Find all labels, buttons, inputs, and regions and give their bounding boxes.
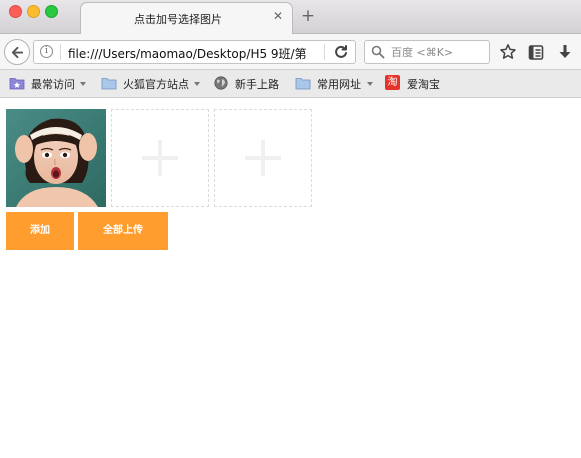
bookmark-label: 最常访问	[31, 78, 75, 91]
globe-icon	[214, 76, 228, 90]
smart-folder-icon	[9, 78, 25, 90]
page-content: 添加 全部上传	[0, 98, 581, 458]
portrait-image	[6, 109, 106, 207]
info-icon[interactable]: i	[40, 45, 53, 58]
folder-icon	[295, 78, 311, 90]
bookmark-label: 新手上路	[235, 78, 279, 91]
search-input[interactable]	[391, 44, 487, 60]
bookmark-getting-started[interactable]: 新手上路	[213, 70, 285, 97]
star-icon[interactable]	[499, 43, 517, 61]
bookmark-common-sites[interactable]: 常用网址	[295, 70, 375, 97]
bookmark-label: 常用网址	[317, 78, 361, 91]
search-icon	[371, 45, 385, 59]
back-arrow-icon	[11, 46, 24, 59]
bookmark-firefox-official[interactable]: 火狐官方站点	[101, 70, 203, 97]
close-icon[interactable]: ✕	[272, 10, 284, 22]
minimize-window-button[interactable]	[27, 5, 40, 18]
chevron-down-icon	[80, 82, 86, 86]
reader-list-icon[interactable]	[527, 43, 545, 61]
url-divider	[60, 44, 61, 60]
active-tab[interactable]: 点击加号选择图片 ✕	[80, 2, 293, 35]
reload-divider	[324, 44, 325, 60]
taobao-icon: 淘	[385, 75, 400, 90]
plus-icon-vertical	[261, 140, 265, 176]
add-image-slot[interactable]	[214, 109, 312, 207]
url-bar[interactable]: i file:///Users/maomao/Desktop/H5 9班/第	[33, 40, 356, 64]
selected-image-thumbnail[interactable]	[6, 109, 106, 207]
add-button[interactable]: 添加	[6, 212, 74, 250]
url-text[interactable]: file:///Users/maomao/Desktop/H5 9班/第	[68, 45, 307, 62]
zoom-window-button[interactable]	[45, 5, 58, 18]
plus-icon-vertical	[158, 140, 162, 176]
back-button[interactable]	[4, 39, 30, 65]
navigation-bar: i file:///Users/maomao/Desktop/H5 9班/第	[0, 34, 581, 70]
reload-icon[interactable]	[333, 44, 349, 60]
bookmark-ai-taobao[interactable]: 淘 爱淘宝	[385, 70, 445, 97]
bookmark-most-visited[interactable]: 最常访问	[9, 70, 89, 97]
new-tab-plus-icon[interactable]: +	[300, 8, 316, 25]
close-window-button[interactable]	[9, 5, 22, 18]
tab-title: 点击加号选择图片	[134, 13, 222, 26]
chevron-down-icon	[194, 82, 200, 86]
add-image-slot[interactable]	[111, 109, 209, 207]
download-icon[interactable]	[556, 43, 574, 61]
bookmark-label: 火狐官方站点	[123, 78, 189, 91]
bookmarks-bar: 最常访问 火狐官方站点 新手上路 常用网址 淘 爱淘宝	[0, 70, 581, 98]
upload-all-button[interactable]: 全部上传	[78, 212, 168, 250]
bookmark-label: 爱淘宝	[407, 78, 440, 91]
search-bar[interactable]	[364, 40, 490, 64]
title-bar: 点击加号选择图片 ✕ +	[0, 0, 581, 35]
chevron-down-icon	[367, 82, 373, 86]
folder-icon	[101, 78, 117, 90]
